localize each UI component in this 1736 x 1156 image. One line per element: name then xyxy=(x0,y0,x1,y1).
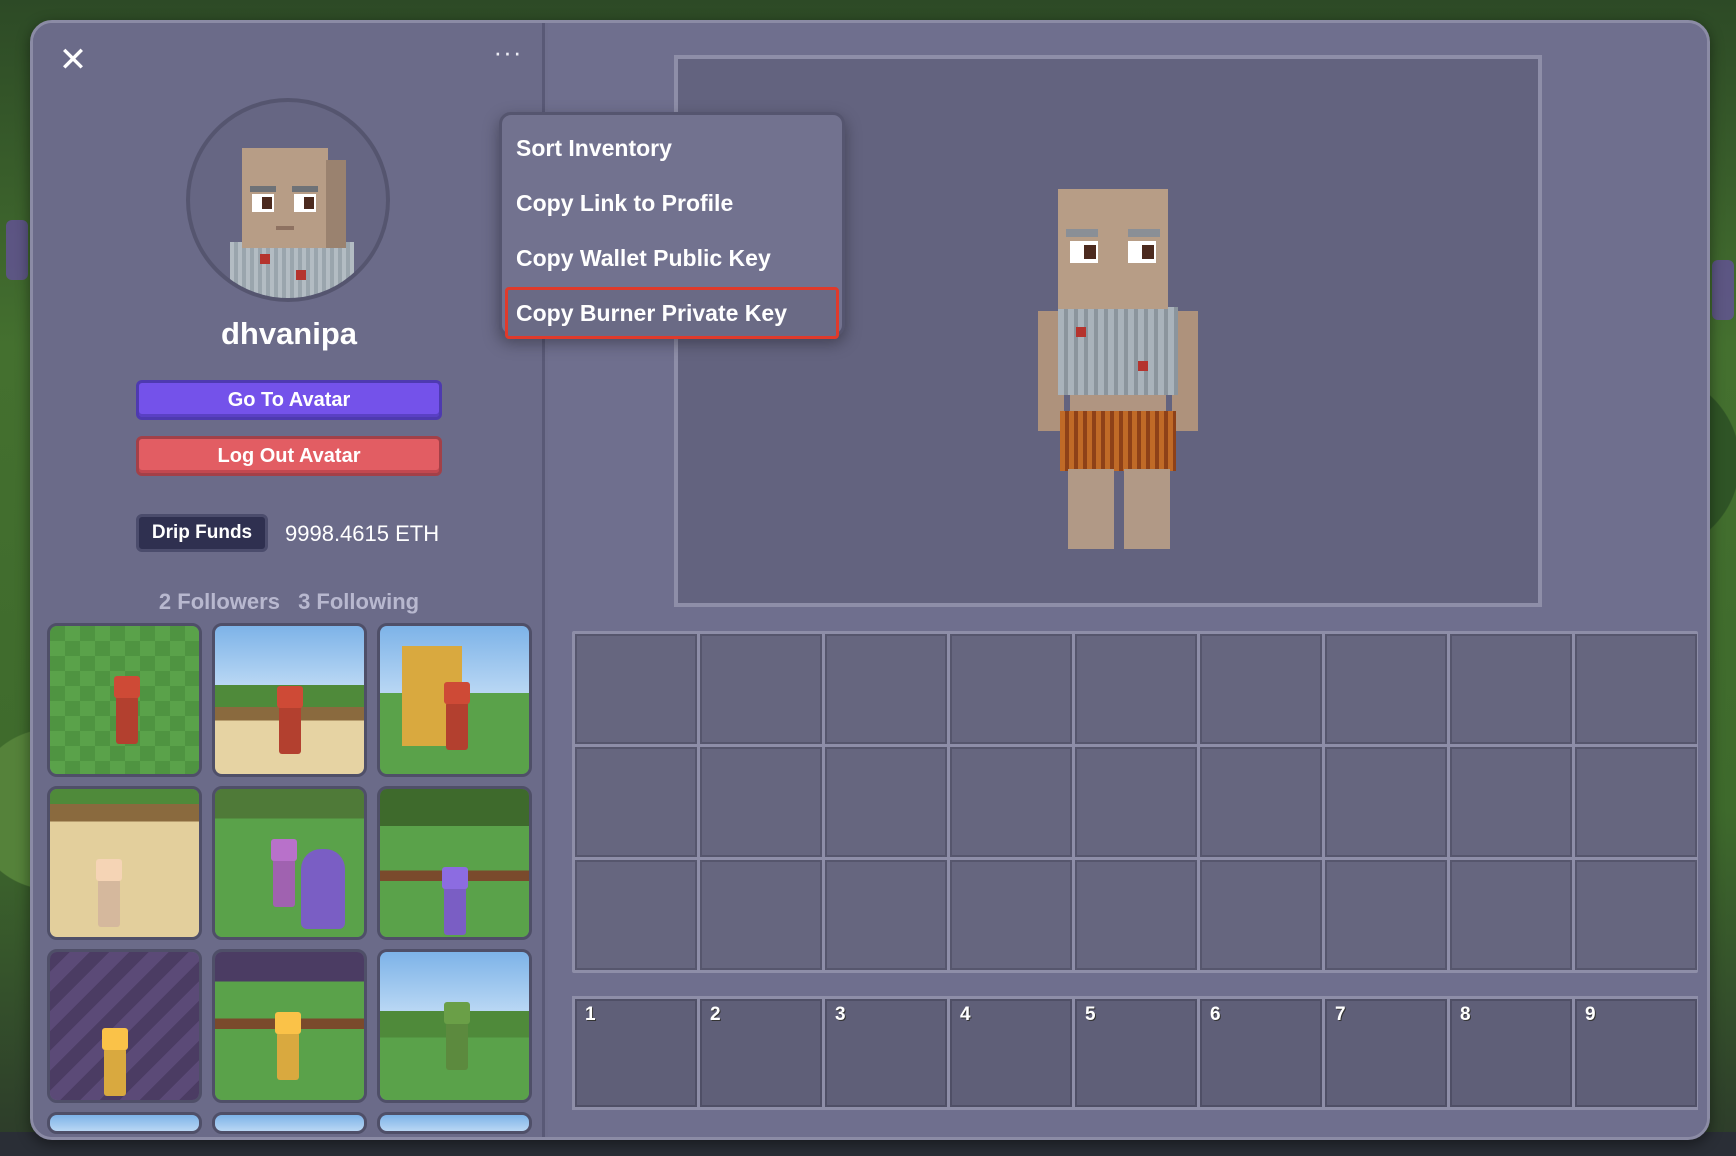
inventory-slot[interactable] xyxy=(1075,860,1197,970)
menu-item-copy-wallet-public-key[interactable]: Copy Wallet Public Key xyxy=(505,232,839,284)
username: dhvanipa xyxy=(220,316,358,351)
hotbar-slot[interactable]: 9 xyxy=(1575,999,1697,1107)
screenshot-thumbnail[interactable] xyxy=(47,786,202,940)
inventory-slot[interactable] xyxy=(1575,860,1697,970)
profile-inventory-window: ✕ ··· dhvanipa Go To Avatar Log Out Avat… xyxy=(30,20,1710,1140)
hotbar-slot-number: 6 xyxy=(1210,1004,1221,1025)
flower-decoration xyxy=(6,220,28,280)
hotbar-slot-number: 4 xyxy=(960,1004,971,1025)
inventory-slot[interactable] xyxy=(1325,634,1447,744)
menu-item-copy-link-to-profile[interactable]: Copy Link to Profile xyxy=(505,177,839,229)
hotbar-slot[interactable]: 5 xyxy=(1075,999,1197,1107)
inventory-slot[interactable] xyxy=(700,860,822,970)
hotbar-slot-number: 5 xyxy=(1085,1004,1096,1025)
inventory-slot[interactable] xyxy=(1200,634,1322,744)
hotbar-slot[interactable]: 1 xyxy=(575,999,697,1107)
hotbar-slot[interactable]: 7 xyxy=(1325,999,1447,1107)
following-link[interactable]: 3 Following xyxy=(298,589,419,614)
screenshot-thumbnail[interactable] xyxy=(212,786,367,940)
inventory-slot[interactable] xyxy=(1075,634,1197,744)
hotbar-slot[interactable]: 3 xyxy=(825,999,947,1107)
screenshot-thumbnail[interactable] xyxy=(212,623,367,777)
inventory-slot[interactable] xyxy=(1075,747,1197,857)
character-model xyxy=(1038,189,1198,559)
hotbar-slot-number: 2 xyxy=(710,1004,721,1025)
hotbar-slot[interactable]: 8 xyxy=(1450,999,1572,1107)
hotbar-slot[interactable]: 6 xyxy=(1200,999,1322,1107)
screenshot-thumbnail[interactable] xyxy=(47,1112,202,1134)
screenshot-thumbnail[interactable] xyxy=(212,949,367,1103)
profile-sidebar: ✕ ··· dhvanipa Go To Avatar Log Out Avat… xyxy=(33,23,545,1137)
avatar-portrait-icon xyxy=(230,148,354,298)
inventory-grid xyxy=(572,631,1698,973)
inventory-slot[interactable] xyxy=(825,860,947,970)
screenshot-gallery xyxy=(47,623,533,1134)
screenshot-thumbnail[interactable] xyxy=(212,1112,367,1134)
flower-decoration xyxy=(1712,260,1734,320)
drip-funds-button[interactable]: Drip Funds xyxy=(136,514,268,552)
log-out-avatar-button[interactable]: Log Out Avatar xyxy=(136,436,442,476)
go-to-avatar-button[interactable]: Go To Avatar xyxy=(136,380,442,420)
more-options-icon[interactable]: ··· xyxy=(488,39,528,67)
screenshot-thumbnail[interactable] xyxy=(377,786,532,940)
inventory-slot[interactable] xyxy=(1450,860,1572,970)
avatar xyxy=(186,98,390,302)
screenshot-thumbnail[interactable] xyxy=(377,623,532,777)
inventory-slot[interactable] xyxy=(1200,860,1322,970)
hotbar-slot-number: 7 xyxy=(1335,1004,1346,1025)
inventory-slot[interactable] xyxy=(1575,747,1697,857)
screenshot-thumbnail[interactable] xyxy=(47,623,202,777)
screenshot-thumbnail[interactable] xyxy=(377,1112,532,1134)
hotbar-slot-number: 8 xyxy=(1460,1004,1471,1025)
inventory-slot[interactable] xyxy=(1450,747,1572,857)
inventory-slot[interactable] xyxy=(700,747,822,857)
follow-stats: 2 Followers 3 Following xyxy=(33,589,545,615)
inventory-slot[interactable] xyxy=(950,634,1072,744)
profile-options-menu: Sort Inventory Copy Link to Profile Copy… xyxy=(499,112,845,339)
inventory-slot[interactable] xyxy=(575,860,697,970)
inventory-slot[interactable] xyxy=(1200,747,1322,857)
inventory-slot[interactable] xyxy=(1325,747,1447,857)
inventory-slot[interactable] xyxy=(1325,860,1447,970)
hotbar-slot-number: 1 xyxy=(585,1004,596,1025)
inventory-slot[interactable] xyxy=(825,747,947,857)
inventory-slot[interactable] xyxy=(1450,634,1572,744)
inventory-slot[interactable] xyxy=(575,747,697,857)
screenshot-thumbnail[interactable] xyxy=(47,949,202,1103)
eth-balance: 9998.4615 ETH xyxy=(285,521,440,546)
inventory-slot[interactable] xyxy=(1575,634,1697,744)
inventory-slot[interactable] xyxy=(950,747,1072,857)
followers-link[interactable]: 2 Followers xyxy=(159,589,280,614)
hotbar-slot-number: 3 xyxy=(835,1004,846,1025)
inventory-slot[interactable] xyxy=(700,634,822,744)
menu-item-sort-inventory[interactable]: Sort Inventory xyxy=(505,122,839,174)
hotbar-slot[interactable]: 4 xyxy=(950,999,1072,1107)
close-icon[interactable]: ✕ xyxy=(55,43,91,79)
inventory-slot[interactable] xyxy=(825,634,947,744)
inventory-slot[interactable] xyxy=(950,860,1072,970)
screenshot-thumbnail[interactable] xyxy=(377,949,532,1103)
hotbar: 1 2 3 4 5 6 7 8 9 xyxy=(572,996,1698,1110)
hotbar-slot-number: 9 xyxy=(1585,1004,1596,1025)
inventory-slot[interactable] xyxy=(575,634,697,744)
menu-item-copy-burner-private-key[interactable]: Copy Burner Private Key xyxy=(505,287,839,339)
hotbar-slot[interactable]: 2 xyxy=(700,999,822,1107)
